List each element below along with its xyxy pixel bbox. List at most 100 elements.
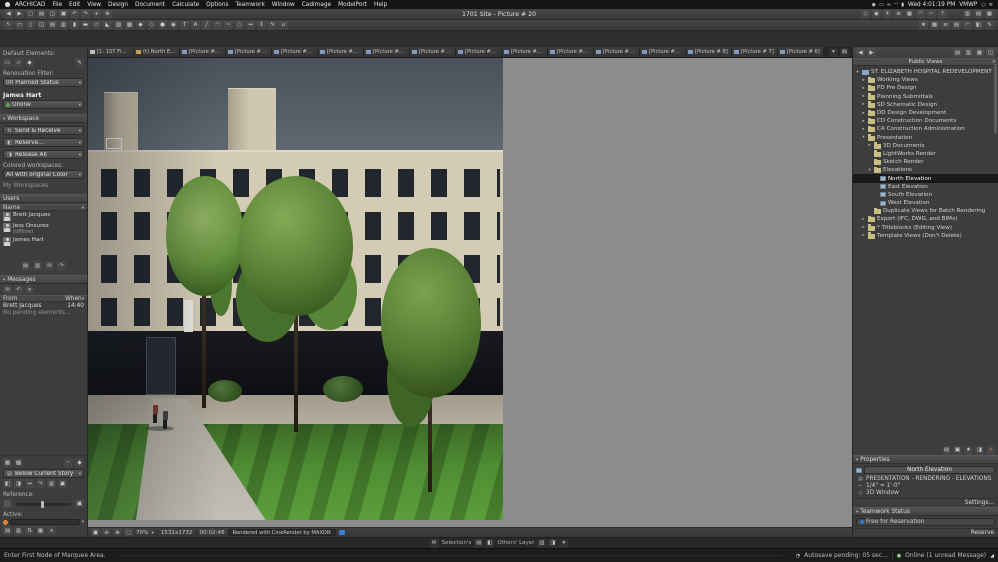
selection-layer-label[interactable]: Selection's (442, 540, 472, 546)
slider-thumb[interactable] (40, 501, 44, 508)
view-tab[interactable]: [Picture #... (502, 47, 548, 57)
default-wall-icon[interactable]: ▭ (3, 58, 12, 67)
tree-item[interactable]: ▸ SD Schematic Design (853, 101, 998, 109)
disclosure-arrow-icon[interactable]: ▸ (861, 86, 866, 91)
James Hart[interactable]: James Hart (0, 236, 87, 247)
users-name-column-header[interactable]: Name (0, 204, 87, 211)
zoom-preview-icon[interactable]: ▣ (953, 445, 962, 455)
print-icon[interactable]: ▣ (59, 9, 68, 19)
fit-in-window-icon[interactable]: ▢ (124, 528, 133, 537)
view-tab[interactable]: [Picture #... (640, 47, 686, 57)
view-tab[interactable]: [Picture #... (318, 47, 364, 57)
marquee-tool[interactable]: ▭ (15, 20, 24, 30)
go-back-icon[interactable]: ◀ (4, 9, 13, 19)
pan-icon[interactable]: + (92, 9, 101, 19)
navigator-forward-icon[interactable]: ▶ (867, 48, 876, 57)
sound-icon[interactable]: ≈ (887, 2, 891, 8)
others-lock-icon[interactable]: ◨ (548, 538, 558, 548)
visibility-icon[interactable]: ▤ (3, 526, 12, 535)
Jess Onsurez[interactable]: Jess Onsurez (offline) (0, 222, 87, 236)
layers-icon[interactable]: ≡ (894, 9, 903, 19)
teamwork-status-section-header[interactable]: Teamwork Status (853, 507, 998, 516)
display-icon[interactable]: ▭ (879, 2, 884, 8)
Brett Jacques[interactable]: Brett Jacques (0, 211, 87, 222)
disclosure-arrow-icon[interactable]: ▸ (861, 233, 866, 238)
tree-item[interactable]: Sketch Render (853, 158, 998, 166)
online-status[interactable]: Online (1 unread Message) (905, 552, 986, 559)
menu-item[interactable]: Calculate (172, 2, 199, 8)
screen-recording-icon[interactable]: ◉ (872, 2, 876, 8)
window-tool[interactable]: ▤ (48, 20, 57, 30)
3d-viewport[interactable] (88, 58, 852, 527)
presence-dropdown[interactable]: Online (3, 100, 84, 109)
view-name-field[interactable]: North Elevation (864, 466, 995, 474)
disclosure-arrow-icon[interactable]: ▸ (861, 225, 866, 230)
tree-item[interactable]: East Elevation (853, 183, 998, 191)
view-tab[interactable]: [Picture #... (180, 47, 226, 57)
tree-item[interactable]: ▸ * Titleblocks (Editing View) (853, 224, 998, 232)
tree-item[interactable]: ▸ 3D Documents (853, 142, 998, 150)
tree-item[interactable]: ▾ Presentation (853, 134, 998, 142)
tree-item[interactable]: ▸ CA Construction Administration (853, 125, 998, 133)
status-input-field[interactable] (117, 553, 784, 558)
disclosure-arrow-icon[interactable]: ▸ (861, 78, 866, 83)
coordinates-icon[interactable]: ⌐ (64, 458, 73, 467)
save-icon[interactable]: ◫ (48, 9, 57, 19)
organize-palettes-icon[interactable]: ▥ (963, 9, 972, 19)
my-workspaces-link[interactable]: My Workspaces (0, 183, 87, 189)
menu-item[interactable]: ARCHICAD (15, 2, 45, 8)
properties-section-header[interactable]: Properties (853, 455, 998, 464)
menu-item[interactable]: Design (108, 2, 128, 8)
line-tool[interactable]: ╱ (202, 20, 211, 30)
ghost-icon[interactable]: ▥ (14, 526, 23, 535)
disclosure-arrow-icon[interactable]: ▸ (861, 217, 866, 222)
disclosure-arrow-icon[interactable]: ▸ (867, 143, 872, 148)
messages-section-header[interactable]: Messages (0, 275, 87, 284)
tree-item[interactable]: ▸ Working Views (853, 76, 998, 84)
curtain-wall-tool[interactable]: ▥ (59, 20, 68, 30)
notification-center-icon[interactable]: ≡ (989, 2, 993, 8)
disclosure-arrow-icon[interactable]: ▸ (861, 111, 866, 116)
trace-switch-icon[interactable]: ◨ (14, 479, 23, 488)
window-arrange-icon[interactable]: ▤ (974, 9, 983, 19)
view-map-icon[interactable]: ▥ (964, 48, 973, 57)
view-tab[interactable]: [Picture #... (548, 47, 594, 57)
control-box-icon[interactable]: ▩ (14, 458, 23, 467)
rendered-image[interactable] (88, 58, 503, 520)
default-slab-icon[interactable]: ▱ (14, 58, 23, 67)
view-tab[interactable]: [Picture #... (456, 47, 502, 57)
selection-lock-icon[interactable]: ◧ (485, 538, 495, 548)
view-tab[interactable]: [Picture #... (364, 47, 410, 57)
menu-item[interactable]: View (87, 2, 101, 8)
trace-story-dropdown[interactable]: ▤ Below Current Story (3, 469, 84, 478)
tree-item[interactable]: West Elevation (853, 199, 998, 207)
reference-more-icon[interactable]: ▣ (75, 499, 84, 508)
menu-item[interactable]: Edit (69, 2, 80, 8)
roof-tool[interactable]: ◣ (103, 20, 112, 30)
delete-message-icon[interactable]: × (25, 285, 34, 294)
open-project-icon[interactable]: ▤ (37, 9, 46, 19)
user-message-icon[interactable]: ✉ (45, 261, 54, 270)
disclosure-arrow-icon[interactable]: ▸ (861, 127, 866, 132)
renovation-filter-dropdown[interactable]: 00 Planned Status (3, 78, 84, 87)
close-navigator-icon[interactable]: × (986, 445, 995, 455)
workspace-section-header[interactable]: Workspace (0, 114, 87, 123)
zoom-in-icon[interactable]: ⊕ (113, 528, 122, 537)
pin-navigator-icon[interactable]: ★ (964, 445, 973, 455)
menu-item[interactable]: Options (206, 2, 228, 8)
tree-item[interactable]: ▸ DD Design Development (853, 109, 998, 117)
hotspot-tool[interactable]: ○ (235, 20, 244, 30)
disclosure-arrow-icon[interactable]: ▸ (861, 102, 866, 107)
switch-reference-icon[interactable]: ⇅ (25, 526, 34, 535)
send-message-icon[interactable]: ✉ (429, 538, 439, 548)
camera-icon[interactable]: ◉ (872, 9, 881, 19)
object-tool[interactable]: ◆ (136, 20, 145, 30)
menu-item[interactable]: ModelPort (338, 2, 367, 8)
tree-item[interactable]: LightWorks Render (853, 150, 998, 158)
reference-less-icon[interactable]: ▢ (3, 499, 12, 508)
release-all-button[interactable]: ◨ Release All (3, 150, 84, 159)
favorites-icon[interactable]: ★ (919, 20, 928, 30)
menu-item[interactable]: Window (272, 2, 295, 8)
zone-tool[interactable]: ● (158, 20, 167, 30)
new-message-icon[interactable]: ✉ (3, 285, 12, 294)
